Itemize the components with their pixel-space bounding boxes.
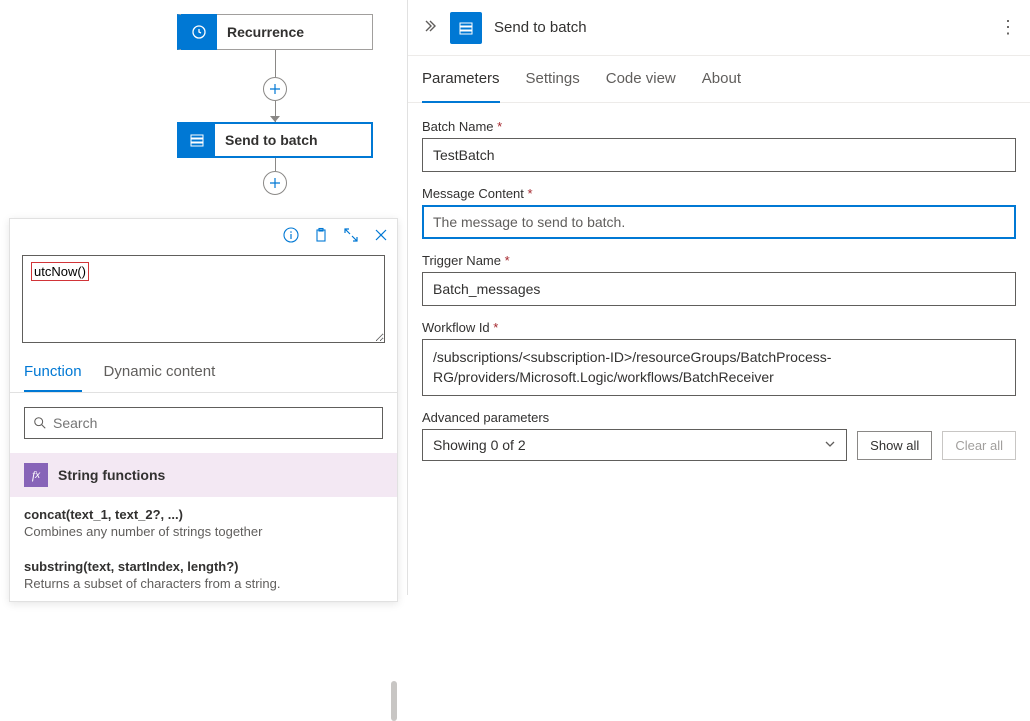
message-content-label: Message Content * <box>422 186 1016 201</box>
advanced-parameters-select[interactable]: Showing 0 of 2 <box>422 429 847 461</box>
function-item-substring[interactable]: substring(text, startIndex, length?) Ret… <box>10 549 397 601</box>
batch-icon <box>450 12 482 44</box>
expand-icon[interactable] <box>343 227 359 248</box>
panel-title: Send to batch <box>494 19 987 36</box>
chevron-down-icon <box>824 438 836 453</box>
function-description: Returns a subset of characters from a st… <box>24 576 383 591</box>
tab-function[interactable]: Function <box>24 363 82 392</box>
batch-icon <box>179 122 215 158</box>
node-sendbatch-title: Send to batch <box>215 132 328 148</box>
clear-all-button[interactable]: Clear all <box>942 431 1016 460</box>
collapse-panel-icon[interactable] <box>422 18 438 37</box>
trigger-name-label: Trigger Name * <box>422 253 1016 268</box>
scrollbar[interactable] <box>391 681 397 721</box>
search-input[interactable] <box>24 407 383 439</box>
node-recurrence[interactable]: Recurrence <box>177 14 373 50</box>
designer-canvas[interactable]: Recurrence Send to batch <box>0 0 407 195</box>
node-recurrence-title: Recurrence <box>217 24 314 40</box>
tab-settings[interactable]: Settings <box>526 56 580 102</box>
search-field[interactable] <box>53 415 374 431</box>
connector-line <box>275 158 276 171</box>
add-step-button[interactable] <box>263 171 287 195</box>
tab-code-view[interactable]: Code view <box>606 56 676 102</box>
clock-icon <box>181 14 217 50</box>
tab-parameters[interactable]: Parameters <box>422 56 500 103</box>
function-item-concat[interactable]: concat(text_1, text_2?, ...) Combines an… <box>10 497 397 549</box>
category-string-functions[interactable]: fx String functions <box>10 453 397 497</box>
tab-dynamic-content[interactable]: Dynamic content <box>104 363 216 392</box>
function-signature: concat(text_1, text_2?, ...) <box>24 507 383 522</box>
close-icon[interactable] <box>373 227 389 248</box>
fx-icon: fx <box>24 463 48 487</box>
expression-input[interactable]: utcNow() <box>22 255 385 343</box>
add-step-button[interactable] <box>263 77 287 101</box>
trigger-name-input[interactable]: Batch_messages <box>422 272 1016 306</box>
info-icon[interactable] <box>283 227 299 248</box>
expression-value: utcNow() <box>31 262 89 281</box>
search-icon <box>33 416 47 430</box>
advanced-summary: Showing 0 of 2 <box>433 437 526 453</box>
expression-editor-popup: utcNow() Function Dynamic content fx Str… <box>9 218 398 602</box>
batch-name-label: Batch Name * <box>422 119 1016 134</box>
advanced-parameters-label: Advanced parameters <box>422 410 1016 425</box>
workflow-id-input[interactable]: /subscriptions/<subscription-ID>/resourc… <box>422 339 1016 396</box>
category-title: String functions <box>58 467 165 483</box>
message-content-input[interactable]: The message to send to batch. <box>422 205 1016 239</box>
tab-about[interactable]: About <box>702 56 741 102</box>
function-description: Combines any number of strings together <box>24 524 383 539</box>
workflow-id-label: Workflow Id * <box>422 320 1016 335</box>
more-menu-icon[interactable]: ⋮ <box>999 17 1016 38</box>
connector-line <box>275 50 276 77</box>
node-send-to-batch[interactable]: Send to batch <box>177 122 373 158</box>
clipboard-icon[interactable] <box>313 227 329 248</box>
function-signature: substring(text, startIndex, length?) <box>24 559 383 574</box>
show-all-button[interactable]: Show all <box>857 431 932 460</box>
batch-name-input[interactable]: TestBatch <box>422 138 1016 172</box>
